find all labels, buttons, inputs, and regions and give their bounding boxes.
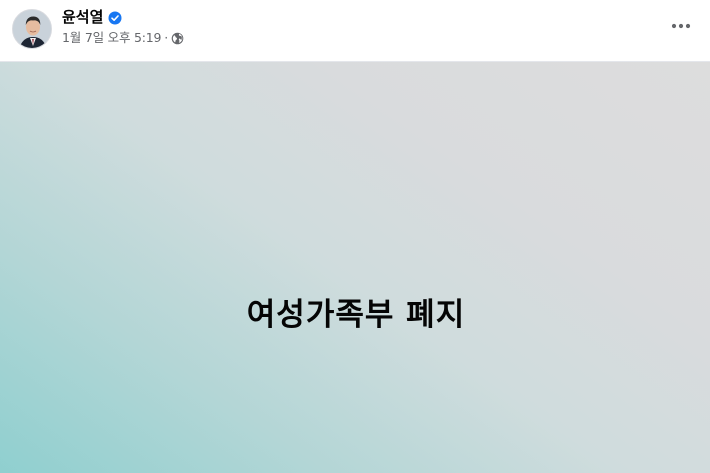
more-horizontal-icon [671, 23, 691, 29]
post-meta: 1월 7일 오후 5:19 · [62, 29, 184, 47]
avatar-photo [13, 10, 51, 48]
facebook-post: 윤석열 1월 7일 오후 5:19 · 여성가족부 폐지 [0, 0, 710, 473]
meta-separator: · [164, 30, 169, 45]
avatar[interactable] [12, 9, 52, 49]
post-timestamp[interactable]: 1월 7일 오후 5:19 [62, 29, 161, 47]
post-text: 여성가족부 폐지 [246, 296, 466, 333]
author-row: 윤석열 [62, 7, 122, 27]
author-name[interactable]: 윤석열 [62, 7, 103, 27]
post-header: 윤석열 1월 7일 오후 5:19 · [0, 0, 710, 62]
more-options-button[interactable] [666, 13, 696, 39]
globe-icon[interactable] [171, 32, 184, 45]
verified-badge-icon [108, 10, 122, 25]
post-content: 여성가족부 폐지 [0, 62, 710, 473]
